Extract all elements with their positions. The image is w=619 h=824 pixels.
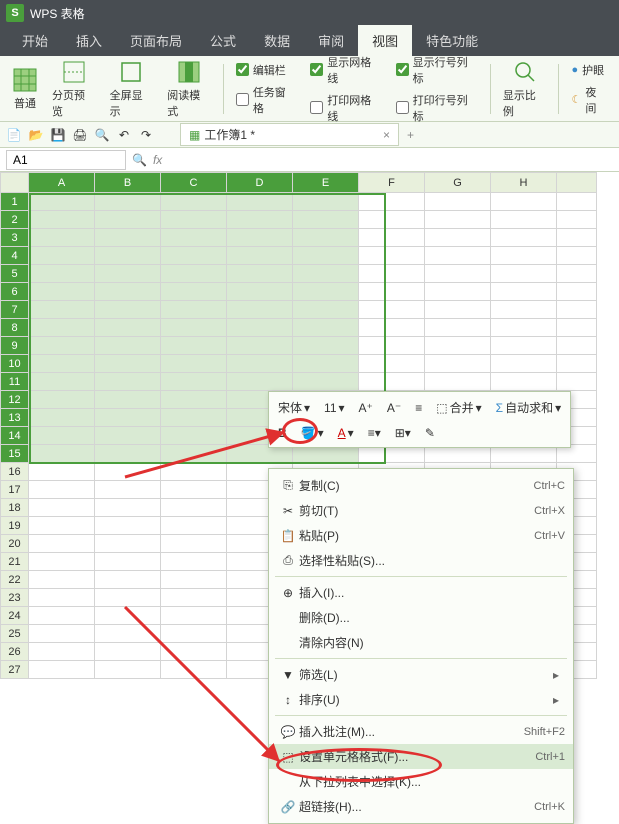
night-button[interactable]: ☾夜间: [571, 84, 607, 116]
readmode-icon: [176, 59, 202, 85]
cm-sort[interactable]: ↕排序(U)▸: [269, 687, 573, 712]
cm-insert[interactable]: ⊕插入(I)...: [269, 580, 573, 605]
fullscreen-icon: [118, 59, 144, 85]
add-tab-button[interactable]: +: [399, 128, 422, 142]
fill-color-button[interactable]: 🪣▾: [296, 423, 329, 443]
save-icon[interactable]: 💾: [50, 127, 66, 143]
pagebreak-label: 分页预览: [52, 87, 96, 119]
font-size[interactable]: 11 ▾: [319, 398, 350, 418]
document-tab[interactable]: ▦ 工作簿1 * ×: [180, 123, 399, 146]
copy-icon: ⎘: [277, 478, 299, 493]
pagebreak-button[interactable]: 分页预览: [46, 57, 102, 121]
bucket-icon: 🪣: [301, 426, 316, 440]
chk-editbar[interactable]: 编辑栏: [236, 62, 296, 78]
open-icon[interactable]: 📂: [28, 127, 44, 143]
chk-taskpane[interactable]: 任务窗格: [236, 84, 296, 116]
doc-icon: ▦: [189, 128, 200, 142]
cm-paste-special[interactable]: ⎙选择性粘贴(S)...: [269, 548, 573, 573]
redo-icon[interactable]: ↷: [138, 127, 154, 143]
font-color-button[interactable]: A▾: [333, 423, 359, 443]
quick-access-bar: 📄 📂 💾 🖨 🔍 ↶ ↷ ▦ 工作簿1 * × +: [0, 122, 619, 148]
cm-delete[interactable]: 删除(D)...: [269, 605, 573, 630]
cut-icon: ✂: [277, 504, 299, 518]
border-button[interactable]: ⊞▾: [390, 423, 416, 443]
close-tab-icon[interactable]: ×: [383, 128, 390, 142]
cm-copy[interactable]: ⎘复制(C)Ctrl+C: [269, 473, 573, 498]
zoom-button[interactable]: 显示比例: [497, 57, 553, 121]
autosum-button[interactable]: Σ自动求和▾: [491, 396, 566, 419]
fx-label[interactable]: fx: [147, 153, 168, 167]
cm-format-cells[interactable]: ⬚设置单元格格式(F)...Ctrl+1: [269, 744, 573, 769]
title-bar: S WPS 表格: [0, 0, 619, 26]
comment-icon: 💬: [277, 725, 299, 739]
mini-toolbar: 宋体 ▾ 11 ▾ A⁺ A⁻ ≡ ⬚合并▾ Σ自动求和▾ B 🪣▾ A▾ ≡▾…: [268, 391, 571, 448]
bold-button[interactable]: B: [273, 423, 292, 443]
align-icon: ≡: [415, 401, 422, 415]
sigma-icon: Σ: [496, 401, 503, 415]
cm-hyperlink[interactable]: 🔗超链接(H)...Ctrl+K: [269, 794, 573, 819]
chk-gridlines[interactable]: 显示网格线: [310, 54, 381, 86]
cm-cut[interactable]: ✂剪切(T)Ctrl+X: [269, 498, 573, 523]
new-icon[interactable]: 📄: [6, 127, 22, 143]
sort-icon: ↕: [277, 693, 299, 707]
paste-special-icon: ⎙: [277, 553, 299, 568]
print-icon[interactable]: 🖨: [72, 127, 88, 143]
grid-icon: [12, 67, 38, 93]
chk-rowcol[interactable]: 显示行号列标: [396, 54, 478, 86]
insert-icon: ⊕: [277, 586, 299, 600]
tab-start[interactable]: 开始: [8, 25, 62, 56]
fullscreen-button[interactable]: 全屏显示: [104, 57, 160, 121]
format-painter-icon[interactable]: ✎: [420, 423, 440, 443]
preview-icon[interactable]: 🔍: [94, 127, 110, 143]
name-box[interactable]: [6, 150, 126, 170]
filter-icon: ▼: [277, 668, 299, 682]
paste-icon: 📋: [277, 529, 299, 543]
undo-icon[interactable]: ↶: [116, 127, 132, 143]
cm-paste[interactable]: 📋粘贴(P)Ctrl+V: [269, 523, 573, 548]
cm-dropdown[interactable]: 从下拉列表中选择(K)...: [269, 769, 573, 794]
ribbon: 普通 分页预览 全屏显示 阅读模式 编辑栏 任务窗格 显示网格线 打印网格线 显…: [0, 56, 619, 122]
hyperlink-icon: 🔗: [277, 800, 299, 814]
align-button[interactable]: ≡: [410, 398, 427, 418]
fullscreen-label: 全屏显示: [110, 87, 154, 119]
app-logo: S: [6, 4, 24, 22]
search-icon[interactable]: 🔍: [132, 153, 147, 167]
zoom-label: 显示比例: [503, 87, 547, 119]
app-title: WPS 表格: [30, 5, 85, 22]
cm-filter[interactable]: ▼筛选(L)▸: [269, 662, 573, 687]
tab-data[interactable]: 数据: [250, 25, 304, 56]
chk-print-grid[interactable]: 打印网格线: [310, 92, 381, 124]
view-normal-label: 普通: [14, 95, 36, 111]
align-h-button[interactable]: ≡▾: [363, 423, 386, 443]
cm-comment[interactable]: 💬插入批注(M)...Shift+F2: [269, 719, 573, 744]
chk-print-rowcol[interactable]: 打印行号列标: [396, 92, 478, 124]
doc-title: 工作簿1 *: [204, 126, 255, 143]
font-select[interactable]: 宋体 ▾: [273, 396, 315, 419]
format-cells-icon: ⬚: [277, 750, 299, 764]
formula-bar: 🔍 fx: [0, 148, 619, 172]
merge-button[interactable]: ⬚合并▾: [431, 396, 486, 419]
zoom-icon: [512, 59, 538, 85]
tab-formula[interactable]: 公式: [196, 25, 250, 56]
tab-insert[interactable]: 插入: [62, 25, 116, 56]
cm-clear[interactable]: 清除内容(N): [269, 630, 573, 655]
pagebreak-icon: [61, 59, 87, 85]
tab-layout[interactable]: 页面布局: [116, 25, 196, 56]
decrease-font-icon[interactable]: A⁻: [382, 398, 406, 418]
eyecare-button[interactable]: ●护眼: [571, 62, 607, 78]
spreadsheet[interactable]: ABCDEFGH12345678910111213141516171819202…: [0, 172, 619, 679]
view-normal-button[interactable]: 普通: [6, 65, 44, 113]
merge-icon: ⬚: [436, 401, 447, 415]
readmode-label: 阅读模式: [167, 87, 211, 119]
readmode-button[interactable]: 阅读模式: [161, 57, 217, 121]
increase-font-icon[interactable]: A⁺: [354, 398, 378, 418]
context-menu: ⎘复制(C)Ctrl+C ✂剪切(T)Ctrl+X 📋粘贴(P)Ctrl+V ⎙…: [268, 468, 574, 824]
